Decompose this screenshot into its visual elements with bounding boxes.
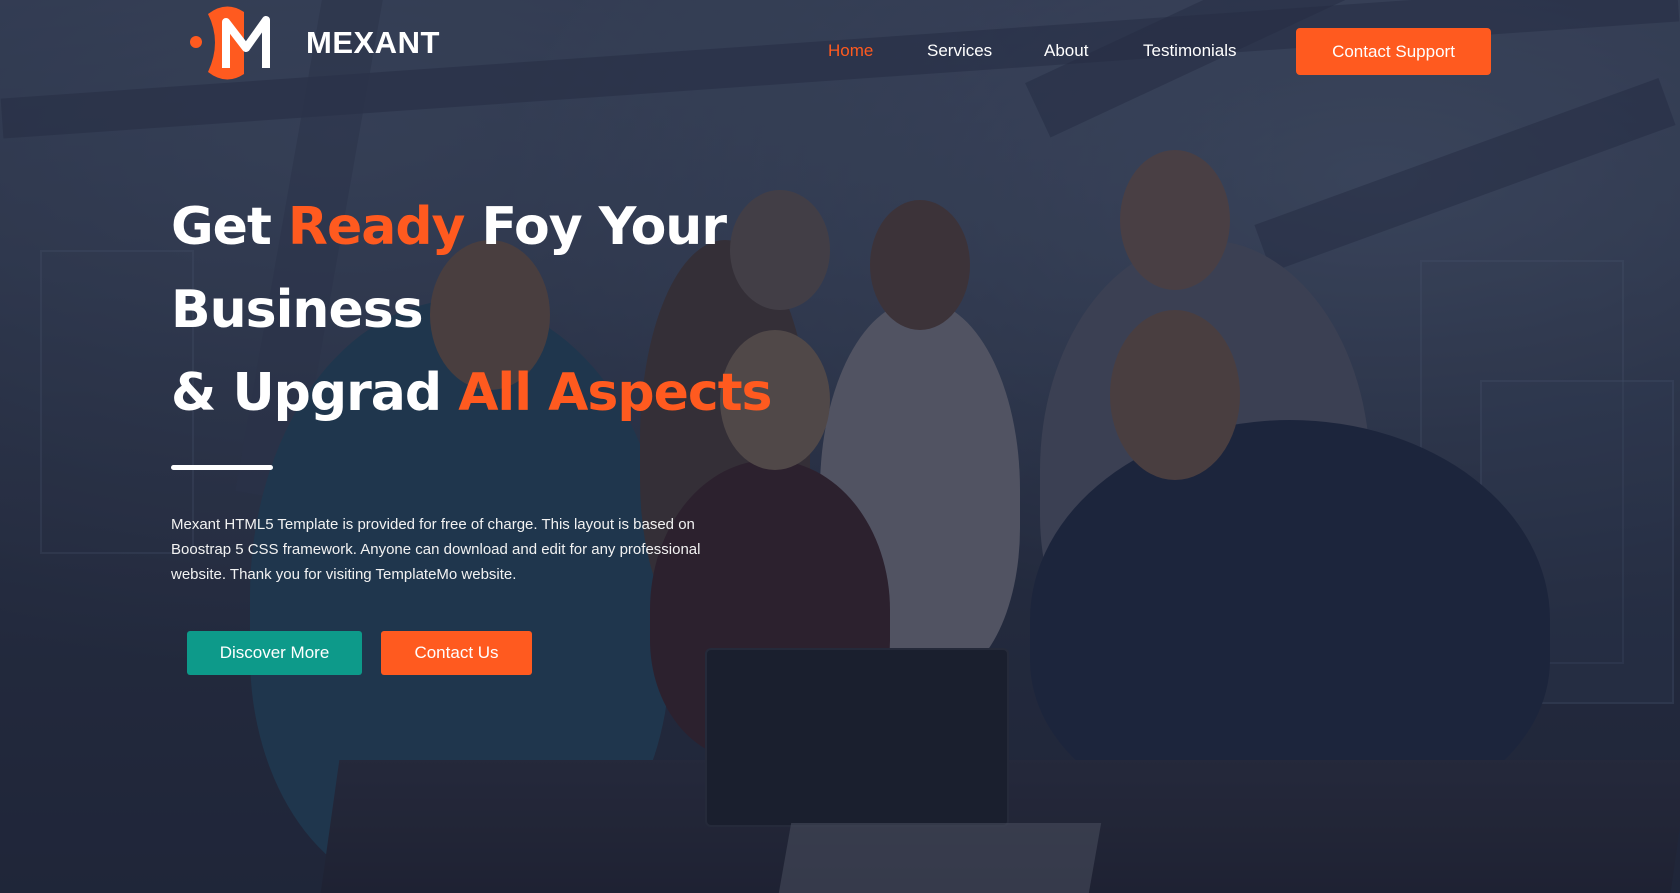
logo[interactable]: MEXANT: [186, 2, 440, 82]
contact-support-button[interactable]: Contact Support: [1296, 28, 1491, 75]
brand-name: MEXANT: [306, 25, 440, 60]
hero-description: Mexant HTML5 Template is provided for fr…: [171, 516, 701, 583]
hero-title-accent: Ready: [287, 197, 466, 257]
hero-divider: [171, 465, 273, 470]
site-header: MEXANT Home Services About Testimonials …: [0, 0, 1680, 100]
discover-more-button[interactable]: Discover More: [187, 631, 362, 675]
hero-title-text: & Upgrad: [171, 363, 459, 423]
hero-title-accent: All Aspects: [458, 363, 772, 423]
mexant-m-logo-icon: [190, 6, 270, 80]
hero-title-text: Business: [171, 280, 424, 340]
hero-title-text: Get: [171, 197, 288, 257]
nav-item-home[interactable]: Home: [828, 41, 873, 61]
background-dark-overlay: [0, 0, 1680, 893]
nav-item-services[interactable]: Services: [927, 41, 992, 61]
hero-title-text: Foy Your: [464, 197, 727, 257]
nav-item-about[interactable]: About: [1044, 41, 1088, 61]
contact-us-button[interactable]: Contact Us: [381, 631, 532, 675]
nav-item-testimonials[interactable]: Testimonials: [1143, 41, 1237, 61]
hero-title: Get Ready Foy Your Business & Upgrad All…: [171, 186, 773, 435]
